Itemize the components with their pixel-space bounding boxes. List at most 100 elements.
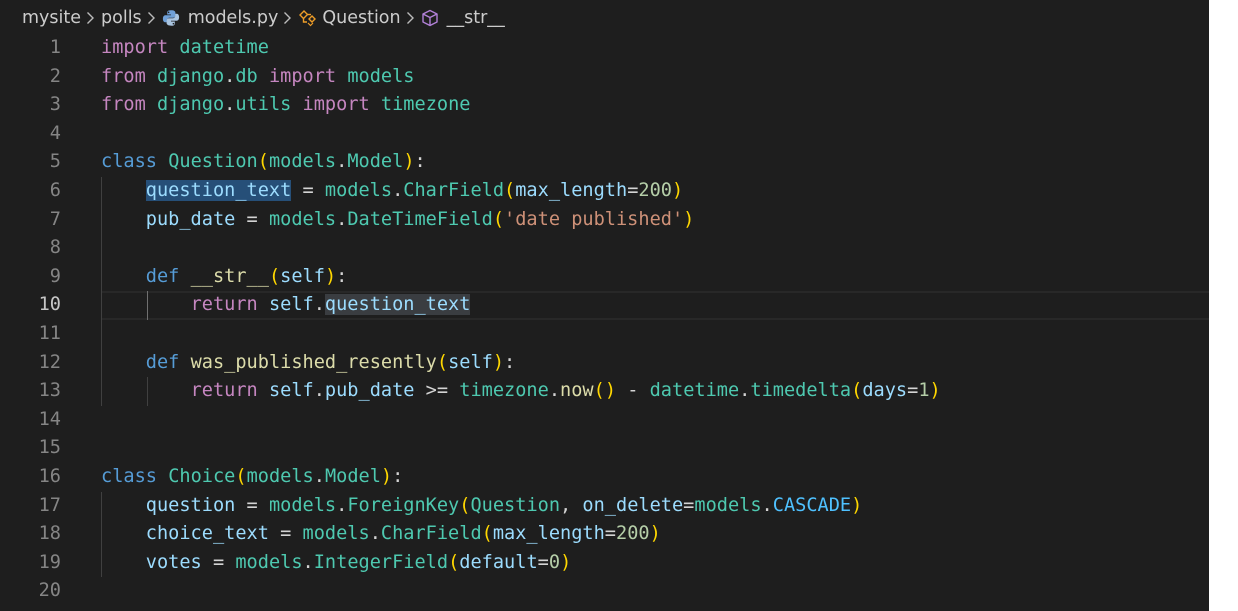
code-token: ( — [504, 179, 516, 201]
line-text: from django.db import models — [101, 63, 415, 92]
breadcrumb-item-str[interactable]: __str__ — [421, 8, 505, 28]
code-line[interactable]: 5 class Question(models.Model): — [0, 148, 1209, 177]
code-line[interactable]: 12 def was_published_resently(self): — [0, 348, 1209, 378]
line-text: question = models.ForeignKey(Question, o… — [101, 492, 863, 521]
code-line[interactable]: 15 — [0, 434, 1209, 463]
code-line[interactable]: 20 — [0, 577, 1209, 606]
code-token: 1 — [918, 380, 930, 402]
line-text: from django.utils import timezone — [101, 91, 470, 120]
code-token: IntegerField — [313, 551, 449, 573]
code-token: self — [448, 351, 493, 373]
code-token: class — [101, 151, 157, 173]
code-token: ) — [851, 494, 863, 516]
line-number: 12 — [38, 351, 61, 373]
code-line[interactable]: 2 from django.db import models — [0, 63, 1209, 92]
code-line[interactable]: 8 — [0, 234, 1209, 263]
chevron-right-icon — [147, 11, 156, 25]
code-token: ) — [380, 465, 393, 487]
code-token: datetime — [649, 380, 740, 402]
line-text: import datetime — [101, 34, 269, 63]
highlighted-token: question_text — [145, 179, 292, 201]
code-line[interactable]: 11 — [0, 319, 1209, 349]
code-token: question — [145, 494, 236, 516]
code-token: on_delete — [582, 494, 684, 516]
code-token: ) — [492, 351, 505, 373]
code-token: ( — [481, 523, 493, 545]
breadcrumb-item-mysite[interactable]: mysite — [22, 8, 81, 28]
code-line[interactable]: 4 — [0, 120, 1209, 149]
code-token: : — [414, 151, 426, 173]
code-line[interactable]: 13 return self.pub_date >= timezone.now(… — [0, 377, 1209, 406]
code-area[interactable]: 1 import datetime 2 from django.db import m… — [0, 34, 1209, 606]
code-line[interactable]: 16 class Choice(models.Model): — [0, 463, 1209, 492]
code-token: ( — [235, 465, 247, 487]
code-line[interactable]: 17 question = models.ForeignKey(Question… — [0, 491, 1209, 521]
line-number: 18 — [38, 523, 61, 545]
line-number: 3 — [49, 94, 61, 116]
indent-guide — [101, 319, 102, 349]
code-line[interactable]: 7 pub_date = models.DateTimeField('date … — [0, 205, 1209, 235]
code-token: ( — [436, 351, 449, 373]
code-token: DateTimeField — [347, 208, 493, 230]
line-number: 14 — [38, 408, 61, 430]
code-token: default — [459, 551, 538, 573]
chevron-right-icon — [283, 11, 292, 25]
code-line[interactable]: 3 from django.utils import timezone — [0, 91, 1209, 120]
code-token: ) — [324, 265, 337, 287]
breadcrumb-label: __str__ — [446, 8, 505, 28]
code-line[interactable]: 9 def __str__(self): — [0, 262, 1209, 292]
code-token: timezone — [459, 380, 549, 402]
code-line[interactable]: 19 votes = models.IntegerField(default=0… — [0, 548, 1209, 578]
code-token: import — [268, 65, 337, 87]
code-token: class — [101, 465, 157, 487]
highlighted-token: question_text — [324, 294, 471, 316]
code-line[interactable]: 14 — [0, 406, 1209, 435]
line-number: 13 — [38, 380, 61, 402]
code-token: def — [145, 265, 180, 287]
code-token: votes — [145, 551, 202, 573]
breadcrumb-item-question[interactable]: Question — [298, 8, 401, 28]
code-line[interactable]: 18 choice_text = models.CharField(max_le… — [0, 520, 1209, 549]
breadcrumb-label: models.py — [187, 8, 279, 28]
code-token: . — [761, 494, 773, 516]
line-text: def __str__(self): — [101, 263, 348, 292]
code-token: . — [336, 494, 348, 516]
code-token: 'date published' — [504, 208, 684, 230]
code-token: self — [268, 380, 314, 402]
code-token: self — [280, 265, 325, 287]
breadcrumb-item-polls[interactable]: polls — [101, 8, 142, 28]
code-token: - — [616, 380, 650, 402]
code-token: . — [548, 380, 561, 402]
code-token: . — [313, 465, 325, 487]
code-line[interactable]: 1 import datetime — [0, 34, 1209, 63]
line-number: 2 — [49, 65, 61, 87]
code-token: django — [156, 65, 225, 87]
code-token: ( — [459, 494, 471, 516]
code-token: def — [145, 351, 180, 373]
code-token: >= — [414, 380, 460, 402]
code-line[interactable]: 10 return self.question_text — [0, 291, 1209, 320]
code-line[interactable]: 6 question_text = models.CharField(max_l… — [0, 176, 1209, 206]
line-number: 7 — [49, 208, 61, 230]
line-text: class Choice(models.Model): — [101, 463, 403, 492]
code-token: models — [268, 494, 337, 516]
code-token: ) — [649, 523, 661, 545]
code-token: . — [369, 523, 381, 545]
code-token: timezone — [380, 94, 471, 116]
breadcrumb-item-models-py[interactable]: models.py — [162, 8, 279, 28]
line-text: choice_text = models.CharField(max_lengt… — [101, 520, 661, 549]
code-token: . — [336, 208, 348, 230]
code-editor[interactable]: mysite polls models.py Question __str__ … — [0, 0, 1209, 611]
code-token: . — [336, 151, 348, 173]
line-text: return self.question_text — [101, 291, 471, 320]
line-number: 11 — [38, 322, 61, 344]
